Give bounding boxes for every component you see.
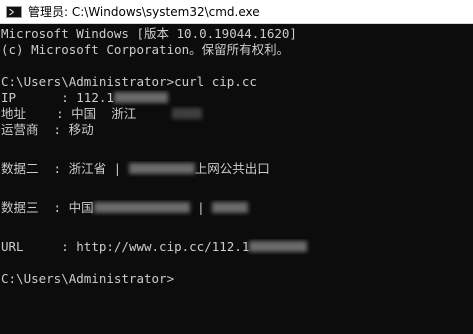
url-label: URL :: [1, 239, 77, 254]
region-row: 地址 : 中国 浙江: [1, 106, 473, 122]
ip-label: IP :: [1, 90, 77, 105]
redacted-block: [212, 202, 249, 213]
data2-suffix: 上网公共出口: [194, 161, 270, 176]
redacted-block: [172, 108, 203, 119]
url-value: http://www.cip.cc/112.1: [76, 239, 250, 254]
isp-row: 运营商 : 移动: [1, 122, 473, 138]
cmd-window: 管理员: C:\Windows\system32\cmd.exe Microso…: [0, 0, 473, 334]
redacted-block: [93, 202, 190, 213]
cmd-icon: [6, 5, 22, 18]
isp-value: 移动: [68, 122, 94, 137]
ip-row: IP : 112.1: [1, 90, 473, 106]
banner-line-1: Microsoft Windows [版本 10.0.19044.1620]: [1, 26, 297, 41]
prompt-line: C:\Users\Administrator>: [1, 271, 175, 286]
redacted-block: [113, 92, 168, 103]
region-label: 地址 :: [1, 106, 72, 121]
isp-label: 运营商 :: [1, 122, 69, 137]
redacted-block: [249, 241, 308, 252]
ip-value: 112.1: [76, 90, 114, 105]
data2-label: 数据二 :: [1, 161, 69, 176]
redacted-block: [128, 163, 195, 174]
title-bar[interactable]: 管理员: C:\Windows\system32\cmd.exe: [0, 0, 473, 24]
data3-row: 数据三 : 中国 |: [1, 200, 473, 216]
console-output[interactable]: Microsoft Windows [版本 10.0.19044.1620] (…: [0, 26, 473, 334]
data2-prefix: 浙江省 |: [68, 161, 129, 176]
data2-row: 数据二 : 浙江省 | 上网公共出口: [1, 161, 473, 177]
command-line: C:\Users\Administrator>curl cip.cc: [1, 74, 257, 89]
data3-label: 数据三 :: [1, 200, 69, 215]
url-row: URL : http://www.cip.cc/112.1: [1, 239, 473, 255]
data3-prefix: 中国: [68, 200, 94, 215]
region-value: 中国 浙江: [71, 106, 137, 121]
data3-suffix: |: [189, 200, 213, 215]
banner-line-2: (c) Microsoft Corporation。保留所有权利。: [1, 42, 290, 57]
window-title: 管理员: C:\Windows\system32\cmd.exe: [28, 5, 260, 19]
